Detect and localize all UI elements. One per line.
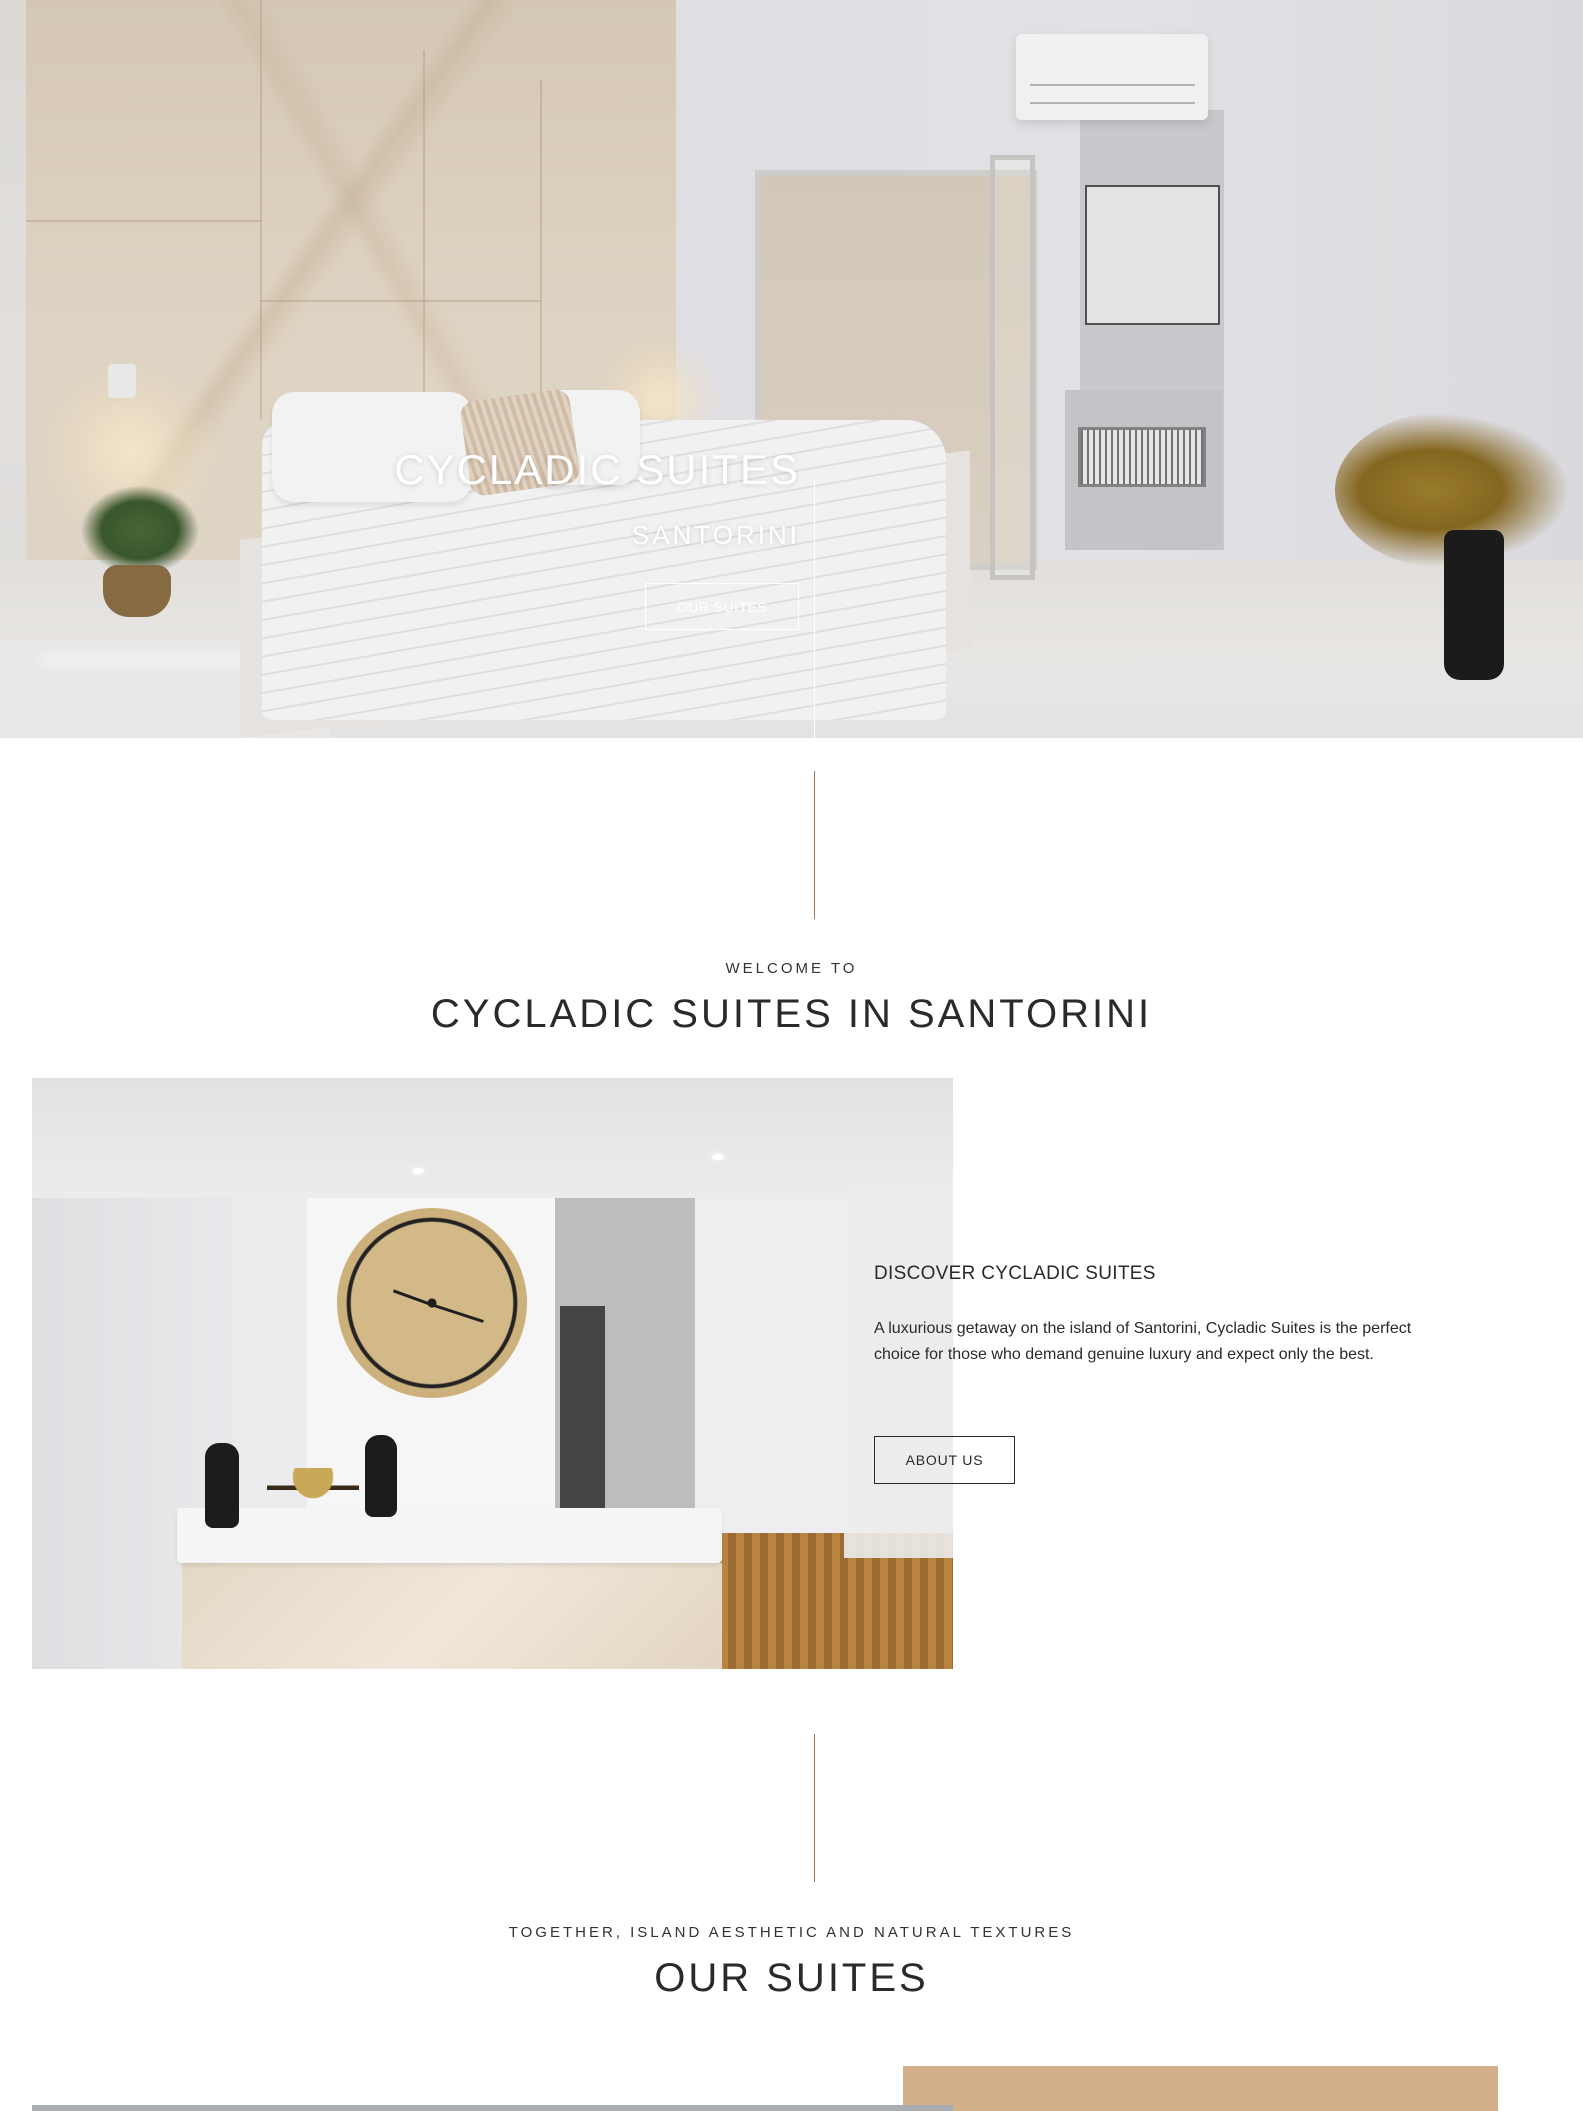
our-suites-button[interactable]: OUR SUITES (645, 583, 799, 630)
reception-counter-top (177, 1508, 722, 1563)
about-text: A luxurious getaway on the island of San… (874, 1320, 1412, 1363)
section-divider-line (814, 1734, 815, 1882)
welcome-title: CYCLADIC SUITES IN SANTORINI (430, 992, 1153, 1036)
photo-ceiling (32, 1078, 953, 1198)
suites-title: OUR SUITES (654, 1956, 929, 2000)
about-heading: DISCOVER CYCLADIC SUITES (874, 1263, 1156, 1284)
reception-counter-front (182, 1563, 722, 1669)
about-us-button[interactable]: ABOUT US (874, 1436, 1015, 1484)
decorative-stool (267, 1468, 359, 1526)
suites-eyebrow: TOGETHER, ISLAND AESTHETIC AND NATURAL T… (508, 1924, 1075, 1941)
suite-card-background (903, 2066, 1498, 2111)
hero-divider-line (814, 478, 815, 738)
sculpture-head (365, 1435, 397, 1517)
suite-photo (32, 2105, 953, 2111)
sculpture-head (205, 1443, 239, 1528)
hero-title: CYCLADIC SUITES (394, 446, 800, 493)
ceiling-spotlight (712, 1154, 724, 1160)
hero-subtitle: SANTORINI (631, 520, 800, 550)
about-photo (32, 1078, 953, 1669)
ceiling-spotlight (412, 1168, 424, 1174)
welcome-eyebrow: WELCOME TO (725, 960, 858, 977)
about-card-panel (844, 1190, 953, 1558)
section-divider-line (814, 771, 815, 919)
